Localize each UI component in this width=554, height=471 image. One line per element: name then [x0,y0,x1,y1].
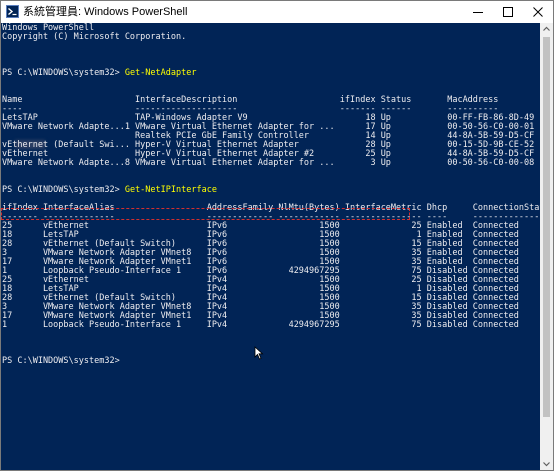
prompt-line: PS C:\WINDOWS\system32> Get-NetAdapter [2,69,196,78]
prompt-text: PS C:\WINDOWS\system32> [2,68,125,78]
minimize-icon [473,12,483,13]
console-output[interactable]: Windows PowerShell Copyright (C) Microsof… [1,23,550,470]
title-bar[interactable]: 系統管理員: Windows PowerShell [1,1,553,23]
line-text: 1 Loopback Pseudo-Interface 1 IPv4 42949… [2,320,554,330]
line-text: Copyright (C) Microsoft Corporation. [2,32,187,42]
maximize-button[interactable] [493,1,523,23]
command-text: Get-NetIPInterface [124,185,217,195]
powershell-window: 系統管理員: Windows PowerShell Windows PowerS… [0,0,554,471]
vertical-scrollbar[interactable] [540,23,553,470]
prompt-text: PS C:\WINDOWS\system32> [2,185,125,195]
scroll-up-icon[interactable] [540,23,553,35]
console-line: PS C:\WINDOWS\system32> [2,357,125,366]
line-text: VMware Network Adapte...8 VMware Virtual… [2,158,554,168]
close-button[interactable] [523,1,553,23]
maximize-icon [503,7,513,17]
window-title: 系統管理員: Windows PowerShell [23,6,188,18]
line-text: PS C:\WINDOWS\system32> [2,356,125,366]
console-line: 1 Loopback Pseudo-Interface 1 IPv4 42949… [2,320,554,330]
powershell-icon [6,5,19,18]
minimize-button[interactable] [463,1,493,23]
highlight-box [1,208,410,220]
close-icon [533,7,543,17]
console-line: Copyright (C) Microsoft Corporation. [2,33,186,42]
console-line: VMware Network Adapte...8 VMware Virtual… [2,158,554,168]
prompt-line: PS C:\WINDOWS\system32> Get-NetIPInterfa… [2,186,217,195]
command-text: Get-NetAdapter [124,68,197,78]
scroll-down-icon[interactable] [540,458,553,470]
scrollbar-thumb[interactable] [543,37,550,417]
mouse-cursor-icon [254,346,264,360]
